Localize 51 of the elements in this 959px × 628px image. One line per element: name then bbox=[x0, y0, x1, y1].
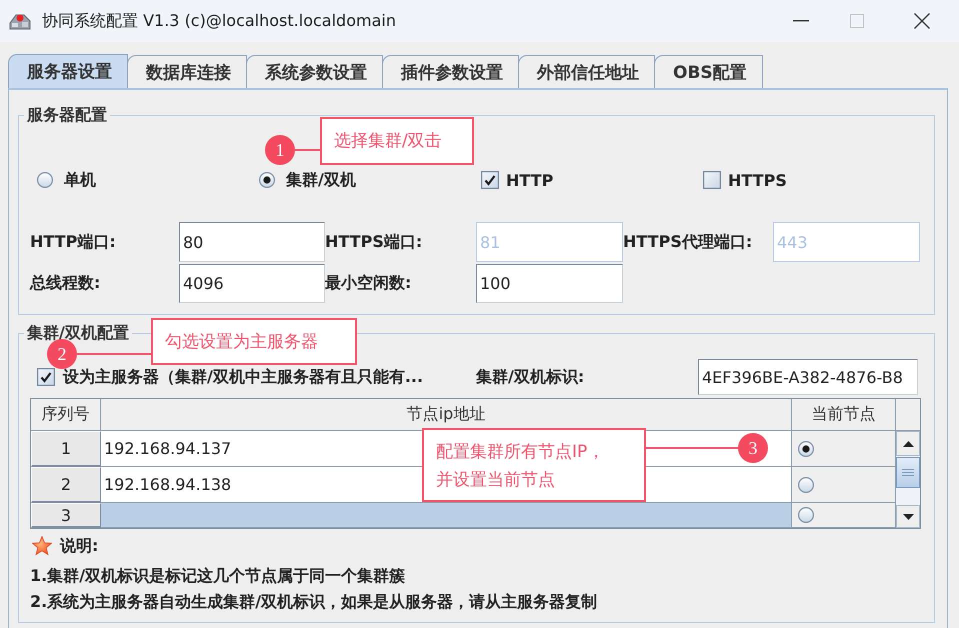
radio-icon[interactable] bbox=[37, 172, 53, 188]
row-header-cell: 2 bbox=[31, 467, 101, 503]
scrollbar-thumb[interactable] bbox=[896, 457, 920, 488]
field-label: HTTPS端口: bbox=[325, 230, 424, 252]
column-header: 当前节点 bbox=[792, 399, 896, 431]
callout-note: 选择集群/双击 bbox=[320, 117, 474, 165]
checkbox[interactable]: HTTP bbox=[481, 170, 703, 190]
checkbox-icon[interactable] bbox=[481, 171, 499, 189]
row-header-cell: 3 bbox=[31, 503, 101, 528]
group-title: 服务器配置 bbox=[26, 105, 108, 125]
checkbox[interactable]: 设为主服务器（集群/双机中主服务器有且只能有... bbox=[37, 366, 476, 388]
radio-icon[interactable] bbox=[798, 476, 814, 492]
note-text: 2.系统为主服务器自动生成集群/双机标识，如果是从服务器，请从主服务器复制 bbox=[30, 591, 598, 613]
text-field[interactable]: 80 bbox=[179, 222, 325, 262]
close-icon bbox=[914, 13, 930, 29]
notes-title: 说明: bbox=[60, 536, 98, 556]
row-header-cell: 1 bbox=[31, 431, 101, 467]
maximize-icon bbox=[850, 14, 864, 28]
radio-icon[interactable] bbox=[259, 172, 275, 188]
note-text: 1.集群/双机标识是标记这几个节点属于同一个集群簇 bbox=[30, 565, 406, 587]
field-label: HTTPS代理端口: bbox=[623, 230, 754, 252]
step-badge: 1 bbox=[265, 135, 295, 165]
field-label: 集群/双机标识: bbox=[476, 366, 586, 388]
up-arrow-icon bbox=[902, 440, 914, 446]
radio-icon[interactable] bbox=[798, 440, 814, 456]
radio-button[interactable]: 单机 bbox=[37, 170, 259, 190]
radio-icon[interactable] bbox=[798, 507, 814, 523]
field-label: 最小空闲数: bbox=[325, 272, 412, 294]
field-label: HTTP端口: bbox=[30, 230, 117, 252]
callout-note: 配置集群所有节点IP， 并设置当前节点 bbox=[422, 428, 646, 502]
tab[interactable]: OBS配置 bbox=[654, 55, 763, 88]
checkbox[interactable]: HTTPS bbox=[703, 170, 925, 190]
step-badge: 2 bbox=[47, 339, 77, 369]
column-header: 节点ip地址 bbox=[101, 399, 792, 431]
down-arrow-icon bbox=[902, 514, 914, 520]
checkbox-icon[interactable] bbox=[703, 171, 721, 189]
minimize-icon bbox=[793, 20, 809, 22]
text-field[interactable]: 4EF396BE-A382-4876-B8 bbox=[698, 359, 918, 395]
column-header: 序列号 bbox=[31, 399, 101, 431]
radio-button[interactable]: 集群/双机 bbox=[259, 170, 481, 190]
tab[interactable]: 服务器设置 bbox=[8, 54, 128, 88]
scroll-down-button[interactable] bbox=[896, 505, 920, 528]
field-label: 总线程数: bbox=[30, 272, 102, 294]
scroll-up-button[interactable] bbox=[896, 431, 920, 456]
callout-note: 勾选设置为主服务器 bbox=[151, 318, 357, 365]
window-title: 协同系统配置 V1.3 (c)@localhost.localdomain bbox=[42, 10, 396, 32]
checkbox-icon[interactable] bbox=[37, 368, 55, 386]
text-field[interactable]: 4096 bbox=[179, 264, 325, 303]
text-field[interactable]: 100 bbox=[476, 264, 623, 303]
star-icon bbox=[32, 536, 52, 556]
leader-line bbox=[295, 149, 320, 151]
